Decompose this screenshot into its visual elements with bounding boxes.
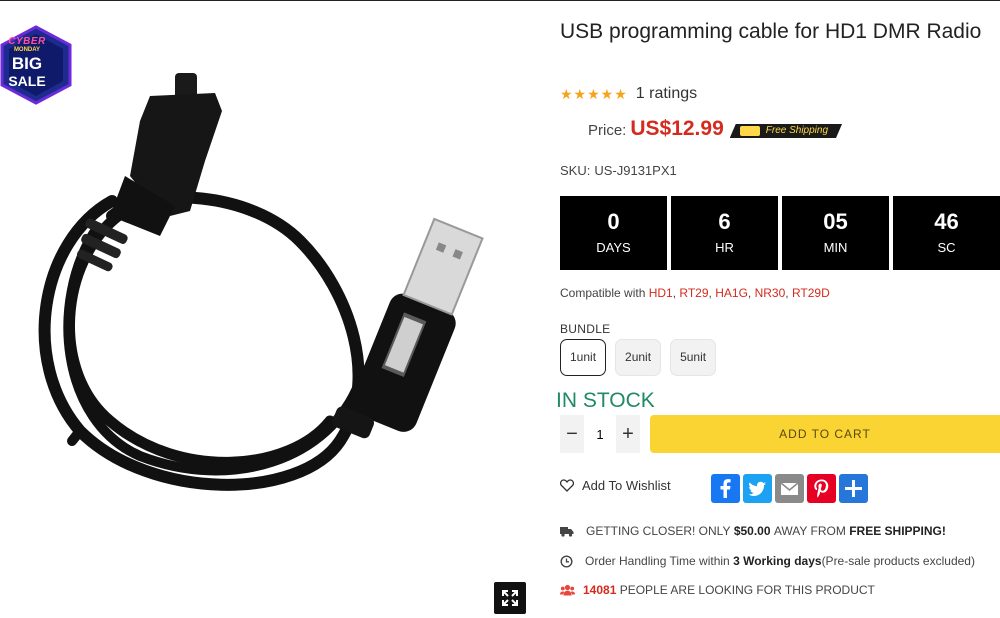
users-icon bbox=[560, 584, 575, 596]
handling-line-bold: 3 Working days bbox=[733, 554, 822, 568]
free-shipping-progress-line: GETTING CLOSER! ONLY $50.00 AWAY FROM FR… bbox=[560, 524, 946, 538]
product-gallery: CYBER MONDAY BIG SALE bbox=[0, 1, 545, 618]
product-title: USB programming cable for HD1 DMR Radio bbox=[560, 20, 982, 43]
quantity-input[interactable] bbox=[584, 414, 616, 454]
badge-cyber-text: CYBER bbox=[8, 36, 46, 47]
twitter-icon bbox=[748, 481, 766, 496]
bundle-option-1unit[interactable]: 1unit bbox=[560, 339, 607, 376]
countdown-hours: 6 HR bbox=[671, 196, 778, 270]
truck-icon bbox=[560, 526, 574, 537]
handling-time-line: Order Handling Time within 3 Working day… bbox=[560, 554, 975, 568]
compat-model-link[interactable]: RT29 bbox=[679, 286, 708, 300]
countdown-unit: MIN bbox=[823, 240, 848, 255]
bundle-option-2unit[interactable]: 2unit bbox=[615, 339, 662, 376]
bundle-option-5unit[interactable]: 5unit bbox=[670, 339, 717, 376]
shipping-line-mid: AWAY FROM bbox=[773, 524, 846, 538]
badge-sale-text: SALE bbox=[8, 73, 46, 89]
compat-prefix: Compatible with bbox=[560, 286, 646, 300]
sku-label: SKU: bbox=[560, 163, 591, 178]
viewers-text: PEOPLE ARE LOOKING FOR THIS PRODUCT bbox=[619, 583, 875, 597]
price-value: US$12.99 bbox=[630, 117, 724, 140]
star-rating: ★★★★★ bbox=[560, 85, 628, 102]
rating-count[interactable]: 1 ratings bbox=[636, 85, 697, 103]
viewers-count: 14081 bbox=[583, 583, 617, 597]
shipping-line-amount: $50.00 bbox=[733, 524, 771, 538]
viewers-line: 14081 PEOPLE ARE LOOKING FOR THIS PRODUC… bbox=[560, 583, 875, 597]
countdown-value: 6 bbox=[718, 209, 731, 234]
countdown-minutes: 05 MIN bbox=[782, 196, 889, 270]
bundle-label: BUNDLE bbox=[560, 322, 611, 336]
badge-big-text: BIG bbox=[11, 54, 43, 73]
add-to-wishlist-link[interactable]: Add To Wishlist bbox=[560, 478, 671, 493]
pinterest-share-button[interactable] bbox=[807, 474, 836, 503]
badge-monday-text: MONDAY bbox=[13, 47, 41, 53]
facebook-icon bbox=[720, 479, 731, 498]
countdown-unit: HR bbox=[715, 240, 734, 255]
stock-status: IN STOCK bbox=[556, 389, 655, 412]
quantity-increase-button[interactable]: + bbox=[616, 415, 640, 453]
countdown-days: 0 DAYS bbox=[560, 196, 667, 270]
bundle-options: 1unit 2unit 5unit bbox=[560, 339, 725, 376]
product-info: USB programming cable for HD1 DMR Radio … bbox=[556, 0, 1000, 618]
compat-model-link[interactable]: NR30 bbox=[755, 286, 786, 300]
quantity-stepper: − + bbox=[560, 414, 640, 454]
facebook-share-button[interactable] bbox=[711, 474, 740, 503]
countdown-value: 05 bbox=[823, 209, 848, 234]
rating-row[interactable]: ★★★★★ 1 ratings bbox=[560, 84, 697, 104]
compat-model-link[interactable]: HA1G bbox=[715, 286, 748, 300]
heart-icon bbox=[560, 479, 574, 492]
countdown-value: 0 bbox=[607, 209, 620, 234]
handling-line-post: (Pre-sale products excluded) bbox=[821, 554, 975, 568]
expand-icon bbox=[502, 590, 518, 606]
free-shipping-tag: Free Shipping bbox=[730, 124, 842, 138]
pinterest-icon bbox=[814, 479, 829, 498]
compatibility-line: Compatible with HD1, RT29, HA1G, NR30, R… bbox=[560, 286, 830, 300]
expand-image-button[interactable] bbox=[494, 582, 526, 614]
more-icon bbox=[845, 480, 862, 497]
price-label: Price: bbox=[588, 122, 627, 139]
sku-value: US-J9131PX1 bbox=[594, 163, 677, 178]
free-shipping-text: Free Shipping bbox=[765, 125, 829, 136]
twitter-share-button[interactable] bbox=[743, 474, 772, 503]
email-share-button[interactable] bbox=[775, 474, 804, 503]
wishlist-label: Add To Wishlist bbox=[582, 478, 671, 493]
truck-icon bbox=[740, 126, 760, 136]
clock-icon bbox=[560, 554, 573, 568]
more-share-button[interactable] bbox=[839, 474, 868, 503]
share-buttons bbox=[711, 474, 871, 503]
add-to-cart-button[interactable]: ADD TO CART bbox=[650, 415, 1000, 453]
countdown-seconds: 46 SC bbox=[893, 196, 1000, 270]
countdown-unit: SC bbox=[937, 240, 956, 255]
sku: SKU: US-J9131PX1 bbox=[560, 163, 677, 178]
quantity-decrease-button[interactable]: − bbox=[560, 415, 584, 453]
email-icon bbox=[780, 482, 799, 495]
compat-model-link[interactable]: HD1 bbox=[649, 286, 673, 300]
product-image[interactable] bbox=[0, 1, 545, 618]
price-row: Price: US$12.99 Free Shipping bbox=[588, 117, 842, 141]
countdown-unit: DAYS bbox=[596, 240, 631, 255]
sale-countdown: 0 DAYS 6 HR 05 MIN 46 SC bbox=[560, 196, 1000, 270]
shipping-line-bold: FREE SHIPPING! bbox=[849, 524, 946, 538]
countdown-value: 46 bbox=[934, 209, 959, 234]
cyber-monday-badge: CYBER MONDAY BIG SALE bbox=[0, 25, 72, 105]
compat-model-link[interactable]: RT29D bbox=[792, 286, 830, 300]
shipping-line-pre: GETTING CLOSER! ONLY bbox=[586, 524, 731, 538]
handling-line-pre: Order Handling Time within bbox=[585, 554, 730, 568]
